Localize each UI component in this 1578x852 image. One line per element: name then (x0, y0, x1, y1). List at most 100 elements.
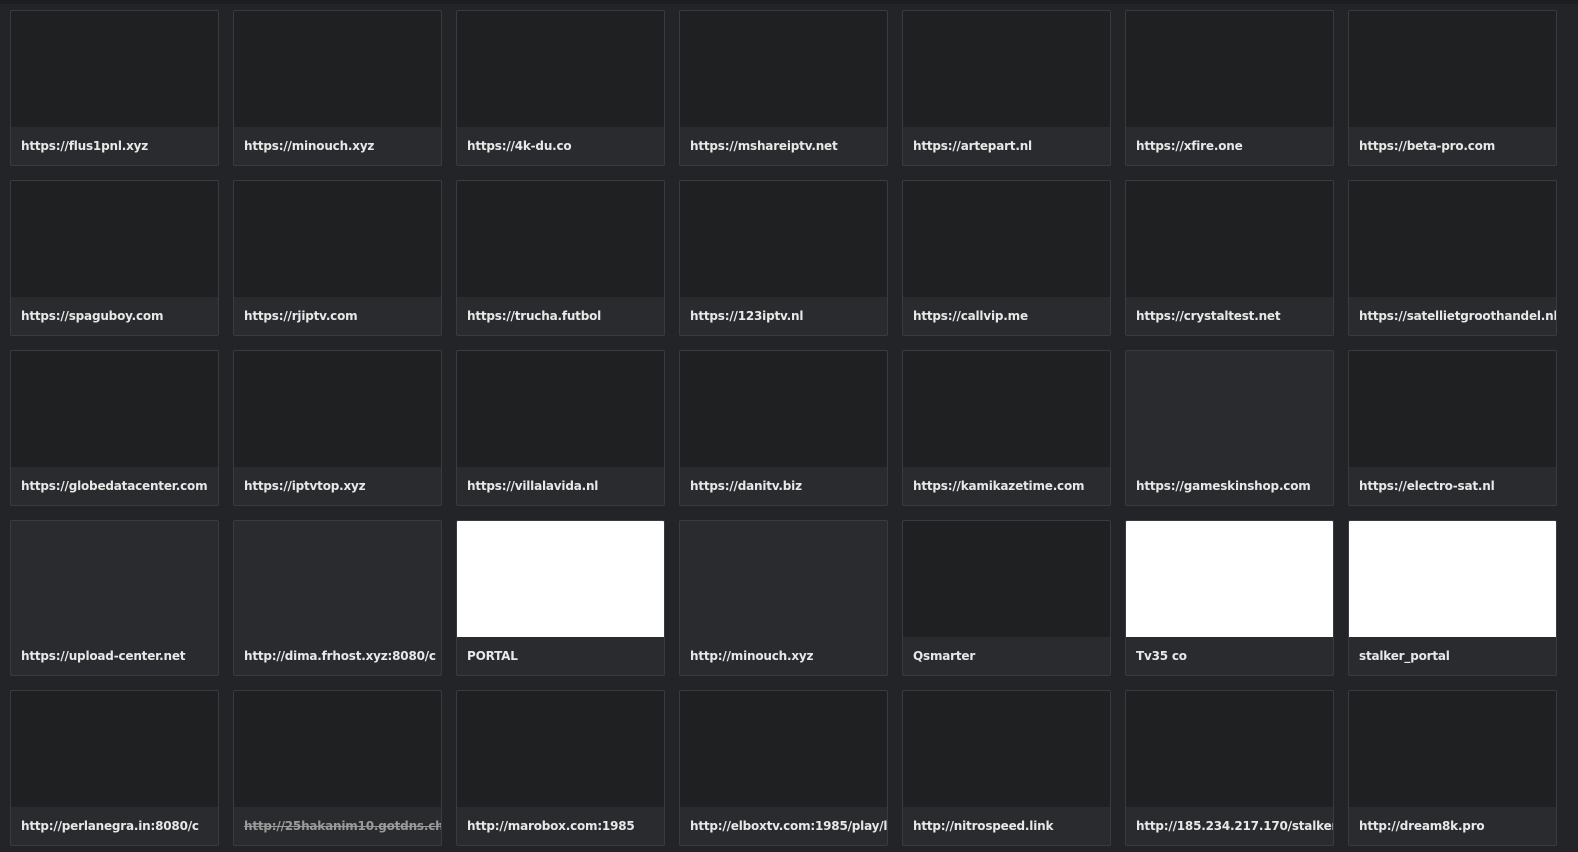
portal-thumbnail (11, 181, 218, 297)
portal-label: https://kamikazetime.com (913, 479, 1085, 493)
portal-label: https://artepart.nl (913, 139, 1032, 153)
portal-thumbnail (457, 181, 664, 297)
portal-label: https://beta-pro.com (1359, 139, 1496, 153)
portal-label: http://25hakanim10.gotdns.ch:8080 (244, 819, 441, 833)
portal-label: https://iptvtop.xyz (244, 479, 366, 493)
portal-card[interactable]: http://marobox.com:1985 (456, 690, 665, 846)
portal-thumbnail (11, 521, 218, 637)
portal-label: https://4k-du.co (467, 139, 572, 153)
top-bar (0, 0, 1578, 4)
portal-label: https://villalavida.nl (467, 479, 599, 493)
portal-card[interactable]: https://beta-pro.com (1348, 10, 1557, 166)
portal-card[interactable]: http://dima.frhost.xyz:8080/c (233, 520, 442, 676)
portal-label: https://xfire.one (1136, 139, 1243, 153)
portal-label: https://globedatacenter.com (21, 479, 208, 493)
portal-card[interactable]: Qsmarter (902, 520, 1111, 676)
portal-card[interactable]: Tv35 co (1125, 520, 1334, 676)
portal-thumbnail (1126, 521, 1333, 637)
portal-label: http://dima.frhost.xyz:8080/c (244, 649, 436, 663)
portal-thumbnail (1126, 11, 1333, 127)
portal-card[interactable]: https://globedatacenter.com (10, 350, 219, 506)
portal-card[interactable]: http://perlanegra.in:8080/c (10, 690, 219, 846)
portal-label: http://elboxtv.com:1985/play/live. (690, 819, 887, 833)
portal-card[interactable]: https://123iptv.nl (679, 180, 888, 336)
portal-label: https://minouch.xyz (244, 139, 375, 153)
portal-label: http://perlanegra.in:8080/c (21, 819, 199, 833)
portal-label: https://spaguboy.com (21, 309, 164, 323)
portal-label: stalker_portal (1359, 649, 1450, 663)
portal-label: https://mshareiptv.net (690, 139, 838, 153)
portal-card[interactable]: https://iptvtop.xyz (233, 350, 442, 506)
portal-card[interactable]: https://gameskinshop.com (1125, 350, 1334, 506)
portal-thumbnail (1349, 521, 1556, 637)
portal-card[interactable]: https://satellietgroothandel.nl (1348, 180, 1557, 336)
portal-card[interactable]: https://danitv.biz (679, 350, 888, 506)
portal-card[interactable]: http://minouch.xyz (679, 520, 888, 676)
portal-thumbnail (680, 181, 887, 297)
portal-thumbnail (1349, 181, 1556, 297)
portal-thumbnail (1349, 351, 1556, 467)
portal-thumbnail (680, 351, 887, 467)
portal-label: http://dream8k.pro (1359, 819, 1485, 833)
portal-thumbnail (11, 11, 218, 127)
portal-card[interactable]: https://kamikazetime.com (902, 350, 1111, 506)
portal-card[interactable]: https://flus1pnl.xyz (10, 10, 219, 166)
portal-thumbnail (1126, 691, 1333, 807)
portal-thumbnail (680, 521, 887, 637)
portal-card[interactable]: https://artepart.nl (902, 10, 1111, 166)
portal-label: https://gameskinshop.com (1136, 479, 1311, 493)
portal-label: http://nitrospeed.link (913, 819, 1054, 833)
portal-label: https://electro-sat.nl (1359, 479, 1495, 493)
portal-card[interactable]: https://electro-sat.nl (1348, 350, 1557, 506)
portal-card[interactable]: https://minouch.xyz (233, 10, 442, 166)
portal-card[interactable]: https://villalavida.nl (456, 350, 665, 506)
portal-label: https://flus1pnl.xyz (21, 139, 149, 153)
portal-card[interactable]: https://xfire.one (1125, 10, 1334, 166)
portal-thumbnail (234, 521, 441, 637)
portal-label: http://marobox.com:1985 (467, 819, 635, 833)
portal-card[interactable]: https://4k-du.co (456, 10, 665, 166)
portal-card[interactable]: https://upload-center.net (10, 520, 219, 676)
portal-card[interactable]: https://spaguboy.com (10, 180, 219, 336)
portal-label: PORTAL (467, 649, 518, 663)
portal-card[interactable]: https://callvip.me (902, 180, 1111, 336)
portal-thumbnail (234, 351, 441, 467)
portal-thumbnail (903, 11, 1110, 127)
portal-card[interactable]: http://25hakanim10.gotdns.ch:8080 (233, 690, 442, 846)
portal-thumbnail (903, 521, 1110, 637)
portal-thumbnail (11, 691, 218, 807)
portal-card[interactable]: http://dream8k.pro (1348, 690, 1557, 846)
portal-thumbnail (234, 181, 441, 297)
portal-label: https://danitv.biz (690, 479, 802, 493)
portal-thumbnail (1349, 11, 1556, 127)
portal-label: https://callvip.me (913, 309, 1028, 323)
portal-label: https://123iptv.nl (690, 309, 804, 323)
portal-label: http://185.234.217.170/stalker_por (1136, 819, 1333, 833)
portal-card[interactable]: https://mshareiptv.net (679, 10, 888, 166)
portal-thumbnail (1349, 691, 1556, 807)
portal-card[interactable]: PORTAL (456, 520, 665, 676)
portal-card[interactable]: https://crystaltest.net (1125, 180, 1334, 336)
portal-thumbnail (457, 11, 664, 127)
portal-card[interactable]: http://nitrospeed.link (902, 690, 1111, 846)
portal-thumbnail (1126, 351, 1333, 467)
portal-thumbnail (234, 11, 441, 127)
portal-grid: https://flus1pnl.xyz https://minouch.xyz h… (10, 10, 1557, 846)
portal-label: https://rjiptv.com (244, 309, 358, 323)
portal-label: https://satellietgroothandel.nl (1359, 309, 1556, 323)
portal-card[interactable]: http://elboxtv.com:1985/play/live. (679, 690, 888, 846)
portal-thumbnail (457, 351, 664, 467)
portal-thumbnail (11, 351, 218, 467)
portal-label: https://upload-center.net (21, 649, 186, 663)
portal-card[interactable]: stalker_portal (1348, 520, 1557, 676)
portal-label: Qsmarter (913, 649, 976, 663)
portal-thumbnail (903, 691, 1110, 807)
portal-thumbnail (680, 11, 887, 127)
portal-card[interactable]: https://trucha.futbol (456, 180, 665, 336)
portal-label: https://crystaltest.net (1136, 309, 1281, 323)
portal-card[interactable]: http://185.234.217.170/stalker_por (1125, 690, 1334, 846)
portal-thumbnail (903, 181, 1110, 297)
portal-card[interactable]: https://rjiptv.com (233, 180, 442, 336)
portal-thumbnail (903, 351, 1110, 467)
portal-thumbnail (234, 691, 441, 807)
